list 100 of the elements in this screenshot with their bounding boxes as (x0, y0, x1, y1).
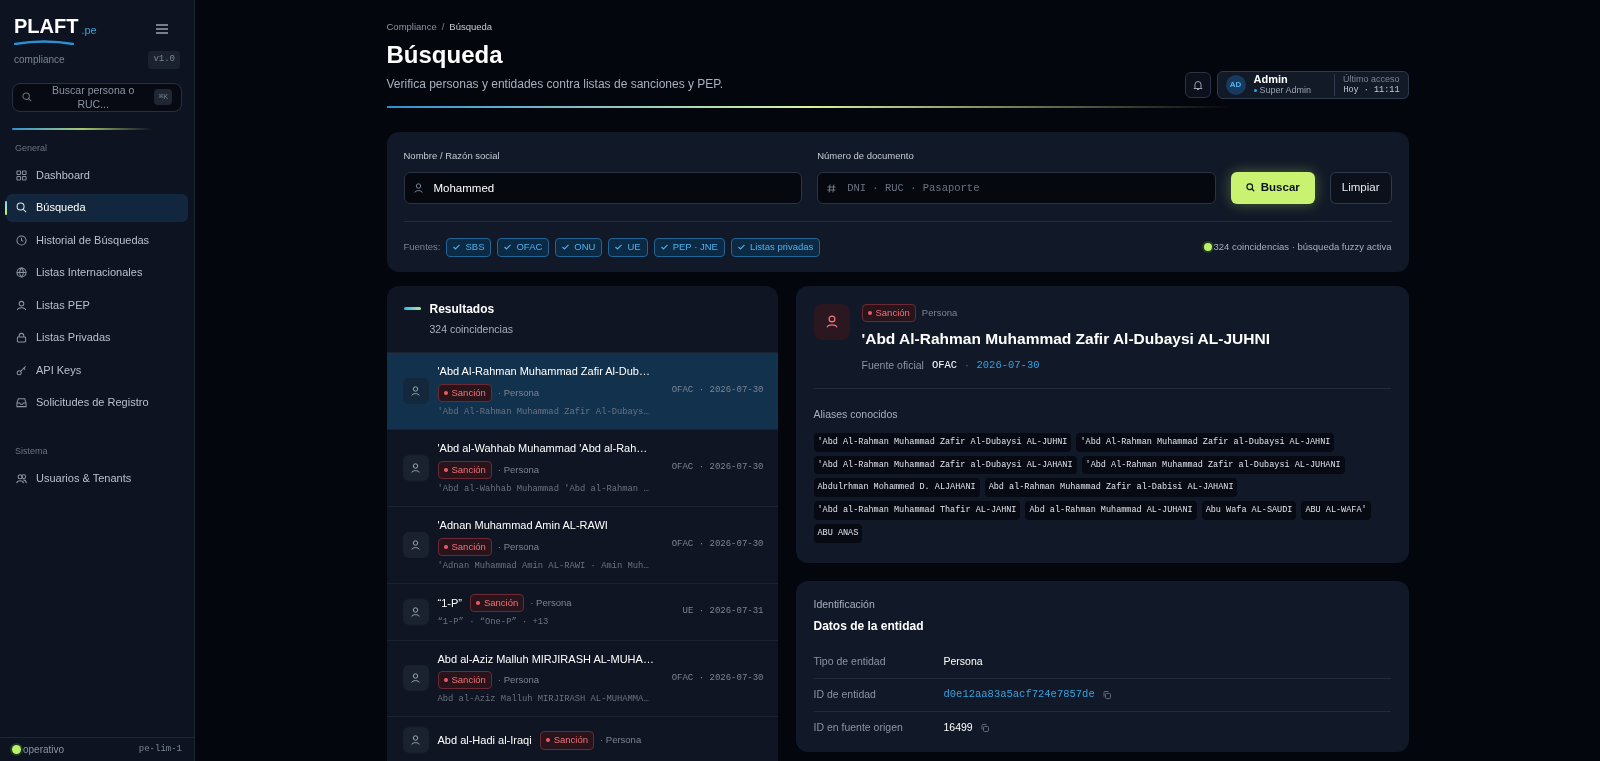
bell-icon (1192, 79, 1203, 91)
source-filter-chip[interactable]: OFAC (497, 237, 550, 257)
alias-list: 'Adnan Muhammad Amin AL-RAWI · Amin Muh… (437, 559, 663, 574)
field-label: Número de documento (817, 149, 915, 164)
clear-button[interactable]: Limpiar (1329, 171, 1392, 204)
result-name: Abd al-Aziz Malluh MIRJIRASH AL-MUHA… (437, 651, 654, 667)
source-label: Fuente oficial (861, 358, 924, 373)
source-date: UE · 2026-07-31 (682, 605, 764, 619)
field-label: ID de entidad (813, 687, 877, 703)
name-input[interactable]: Mohammed (403, 171, 803, 204)
person-icon (411, 463, 420, 474)
copy-button[interactable] (980, 724, 989, 733)
users-icon (16, 473, 27, 484)
alias-list: 'Abd Al-Rahman Muhammad Zafir Al-Dubays… (437, 406, 663, 420)
user-card[interactable]: AD Admin Super Admin Último acceso Hoy · 11:11 (1216, 71, 1409, 100)
person-icon (411, 673, 420, 684)
result-row[interactable]: Abd al-Hadi al-Iraqi Sanción · Persona (386, 716, 778, 761)
result-row[interactable]: “1-P” Sanción · Persona “1-P” · “One-P” · +13 UE · 2026-07-31 (386, 583, 778, 640)
sanction-tag: Sanción (861, 303, 916, 322)
section-title: Datos de la entidad (813, 618, 925, 636)
notifications-button[interactable] (1184, 72, 1211, 99)
field-label: Nombre / Razón social (403, 149, 501, 164)
source-filter-chip[interactable]: UE (608, 237, 648, 257)
person-icon (411, 540, 420, 551)
globe-icon (16, 267, 27, 278)
nav-item[interactable]: API Keys (6, 356, 188, 384)
entity-type: · Persona (600, 733, 642, 748)
result-row[interactable]: 'Abd Al-Rahman Muhammad Zafir Al-Dub… Sanción · Persona 'Abd Al-Rahman Muhammad Zafir Al-Dubays… OFAC · 2026-07-30 (386, 352, 778, 430)
sources-label: Fuentes: (403, 239, 441, 254)
alias-chip: Abu Wafa AL-SAUDI (1201, 501, 1297, 520)
sanction-tag: Sanción (437, 671, 492, 690)
nav-item[interactable]: Historial de Búsquedas (6, 226, 188, 254)
last-access-label: Último acceso (1342, 74, 1400, 86)
result-row[interactable]: 'Adnan Muhammad Amin AL-RAWI Sanción · Persona 'Adnan Muhammad Amin AL-RAWI · Amin Muh… OFAC · 2026-07-30 (386, 506, 778, 584)
alias-chip: ABU ANAS (813, 523, 863, 543)
field-value: 16499 (943, 720, 973, 736)
sanction-tag: Sanción (437, 537, 492, 556)
result-row[interactable]: 'Abd al-Wahhab Muhammad 'Abd al-Rah… Sanción · Persona 'Abd al-Wahhab Muhammad 'Abd al-Rahman … OFAC · 2026-07-30 (386, 429, 778, 507)
user-avatar: AD (1225, 75, 1246, 96)
section-eyebrow: Identificación (813, 596, 876, 612)
copy-button[interactable] (1102, 691, 1111, 700)
hash-icon (827, 183, 837, 193)
check-icon (615, 244, 623, 250)
lock-icon (16, 332, 27, 343)
search-button[interactable]: Buscar (1230, 171, 1315, 204)
copy-icon (980, 724, 989, 733)
grid-icon (16, 169, 27, 181)
result-name: Abd al-Hadi al-Iraqi (437, 733, 532, 749)
nav-item[interactable]: Dashboard (6, 161, 188, 189)
source-filter-chip[interactable]: Listas privadas (730, 237, 821, 257)
source-date: OFAC · 2026-07-30 (671, 538, 764, 552)
nav-item[interactable]: Solicitudes de Registro (6, 388, 188, 417)
shortcut-badge: ⌘K (154, 89, 172, 105)
nav-item[interactable]: Usuarios & Tenants (6, 464, 188, 493)
search-icon (16, 202, 27, 213)
source-filter-chip[interactable]: ONU (555, 237, 603, 257)
menu-button[interactable] (156, 24, 168, 34)
nav-item[interactable]: Listas Internacionales (6, 258, 188, 287)
accent-bar (403, 307, 421, 310)
nav-item[interactable]: Listas PEP (6, 291, 188, 319)
last-access-time: Hoy · 11:11 (1343, 85, 1400, 97)
check-icon (504, 244, 512, 250)
logo-suffix: .pe (81, 25, 97, 36)
nav-item[interactable]: Búsqueda (6, 193, 188, 222)
field-label: ID en fuente origen (813, 720, 904, 736)
app-subtitle: compliance (14, 53, 65, 68)
breadcrumb-item: Búsqueda (449, 20, 493, 34)
menu-icon (156, 24, 168, 34)
page-title: Búsqueda (386, 40, 504, 71)
alias-chip: 'Abd Al-Rahman Muhammad Zafir al-Dubaysi AL-JAHNI (1076, 432, 1335, 452)
aliases-title: Aliases conocidos (813, 407, 898, 420)
alias-chip: 'Abd Al-Rahman Muhammad Zafir Al-Dubaysi AL-JUHNI (813, 432, 1072, 452)
breadcrumb-item[interactable]: Compliance (386, 20, 437, 35)
alias-chip: 'Abd al-Rahman Muhammad Thafir AL-JAHNI (813, 501, 1021, 520)
entity-type: Persona (921, 305, 958, 320)
entity-type: · Persona (530, 596, 572, 611)
sanction-tag: Sanción (437, 460, 492, 479)
person-icon (411, 386, 420, 397)
alias-chip: 'Abd Al-Rahman Muhammad Zafir al-Dubaysi AL-JUHANI (1081, 455, 1345, 475)
person-icon (411, 735, 420, 746)
result-row[interactable]: Abd al-Aziz Malluh MIRJIRASH AL-MUHA… Sanción · Persona Abd al-Aziz Malluh MIRJIRASH AL-MUHAMMA… OFAC · 2026-07-30 (386, 639, 778, 717)
alias-chip: ABU AL-WAFA' (1301, 501, 1371, 520)
version-badge: v1.0 (148, 51, 180, 69)
source-filter-chip[interactable]: SBS (446, 237, 492, 257)
section-heading: Sistema (14, 445, 49, 458)
page-subtitle: Verifica personas y entidades contra listas de sanciones y PEP. (386, 76, 724, 94)
source-filter-chip[interactable]: PEP · JNE (653, 237, 725, 257)
section-heading: General (14, 141, 49, 155)
check-icon (660, 244, 668, 250)
inbox-icon (16, 397, 27, 408)
status-text: operativo (23, 743, 65, 757)
result-name: 'Adnan Muhammad Amin AL-RAWI (437, 518, 608, 534)
separator: · (965, 359, 969, 374)
alias-list: 'Abd al-Wahhab Muhammad 'Abd al-Rahman … (437, 482, 663, 497)
document-input[interactable]: DNI · RUC · Pasaporte (817, 171, 1216, 204)
source-date: OFAC · 2026-07-30 (671, 461, 764, 475)
clock-icon (16, 234, 27, 246)
region-text: pe-lim-1 (138, 742, 182, 756)
nav-item[interactable]: Listas Privadas (6, 323, 188, 352)
alias-chip: Abdulrhman Mohammed D. ALJAHANI (813, 478, 980, 497)
